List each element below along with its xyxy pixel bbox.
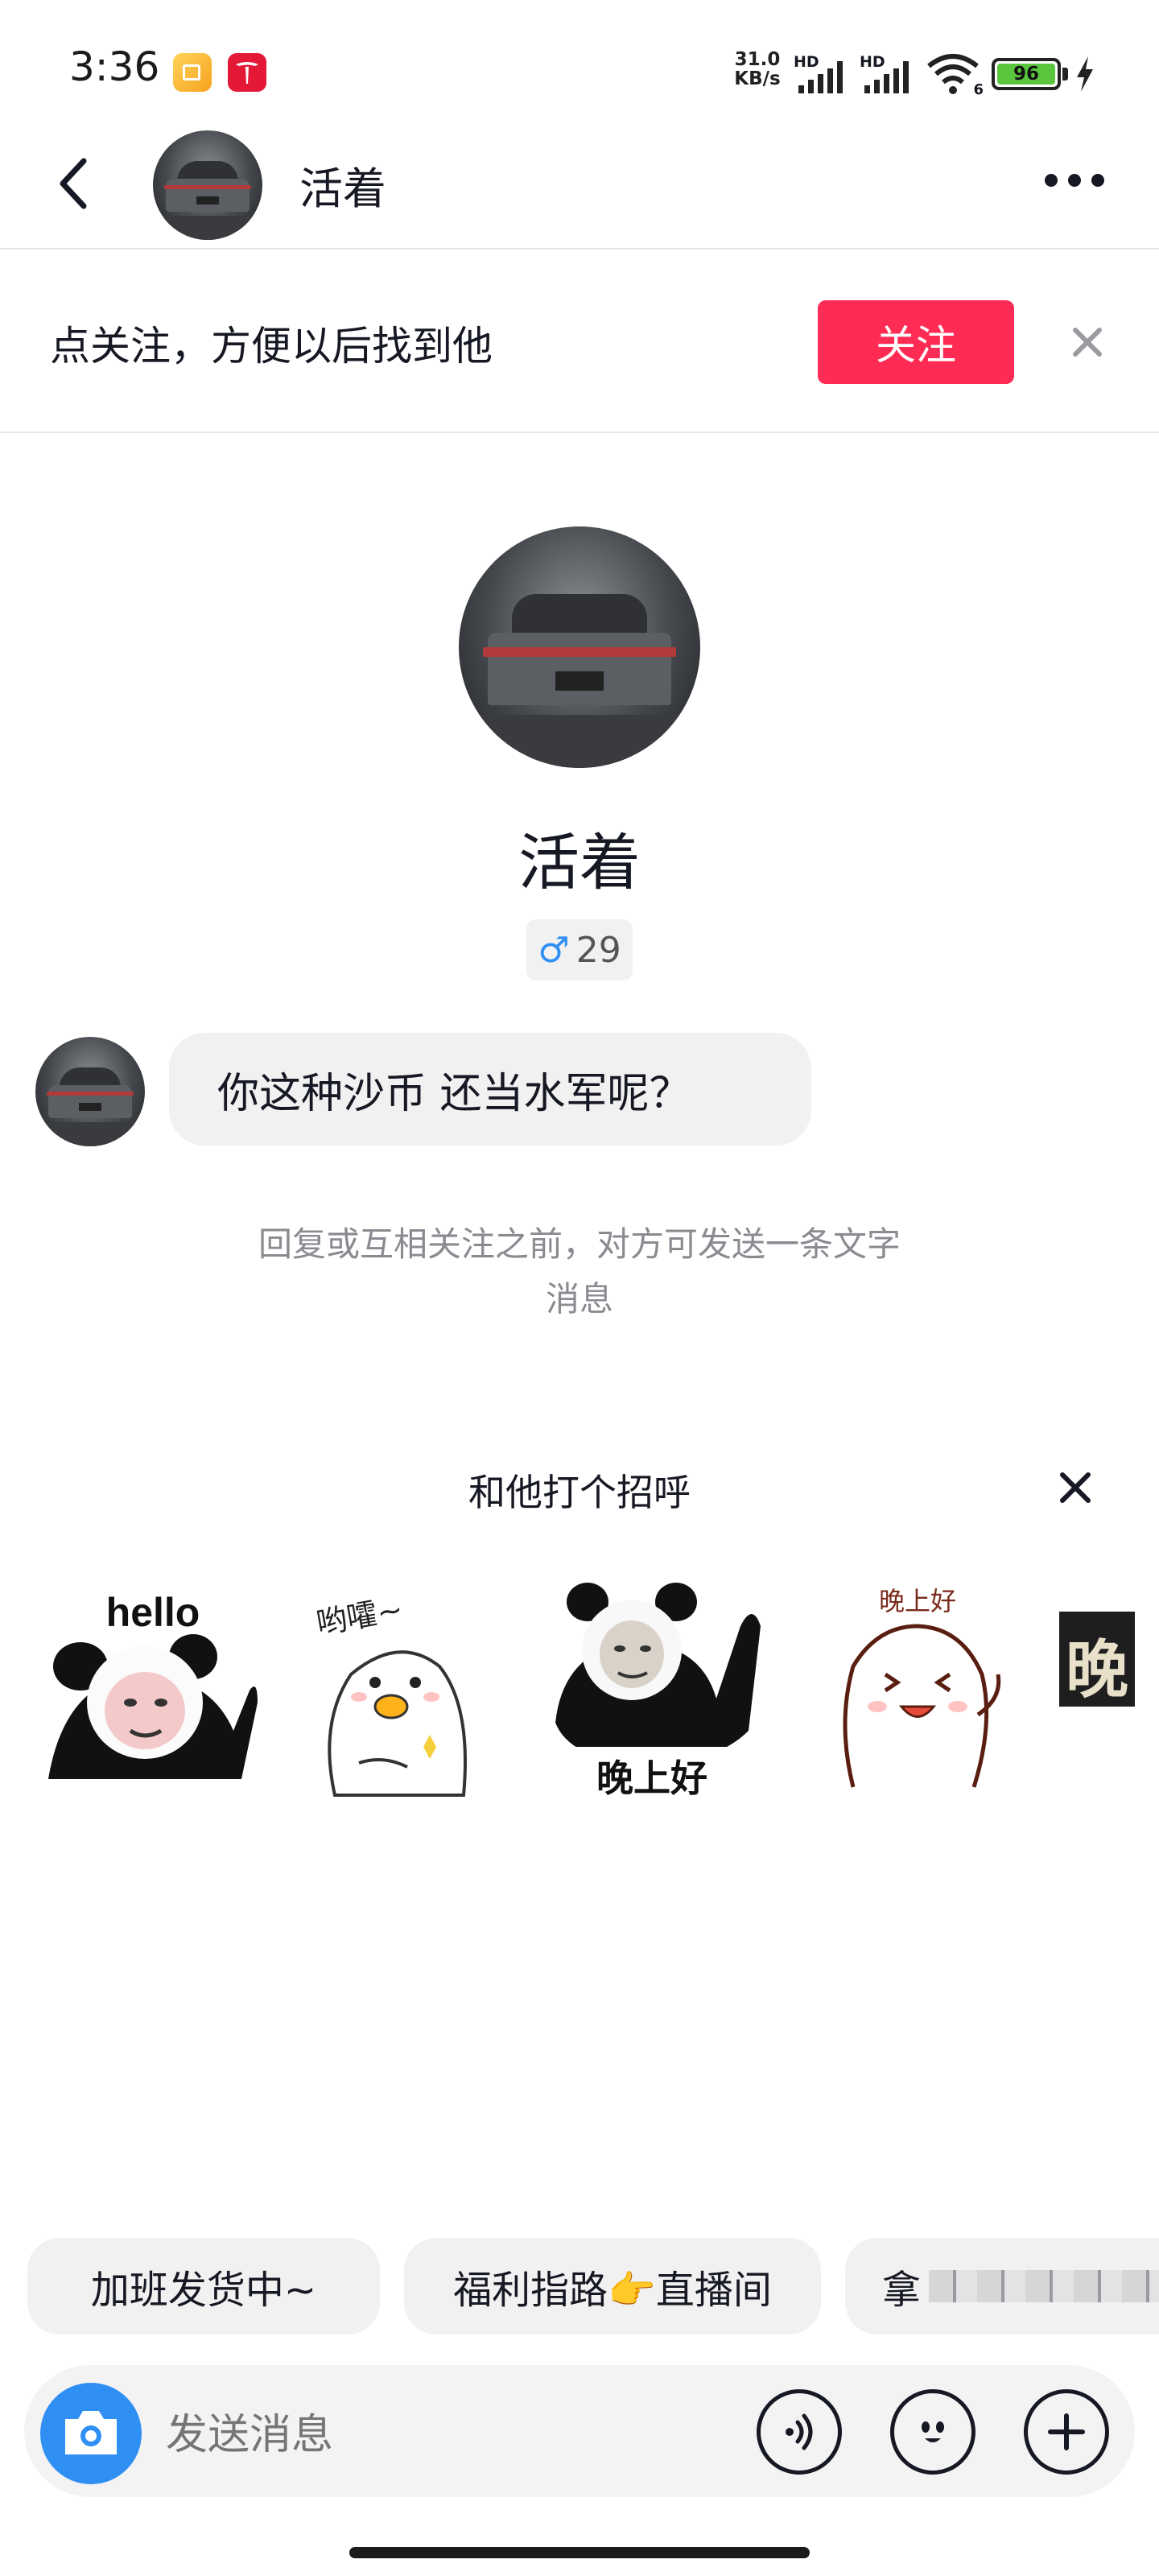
gender-age-badge: ♂ 29 [526,919,633,980]
close-icon [1060,1472,1091,1503]
home-indicator [349,2547,810,2558]
profile-avatar[interactable] [459,526,700,768]
sticker-caption: 哟嚯~ [314,1591,406,1641]
network-speed-value: 31.0 [734,49,781,70]
message-bubble[interactable]: 你这种沙币 还当水军呢？ [169,1033,811,1146]
tesla-app-icon [228,53,266,92]
cellular-signal-icon-2: HD [860,53,921,95]
banner-close-button[interactable] [1067,322,1107,362]
greeting-title: 和他打个招呼 [468,1471,691,1514]
wifi-icon: 6 [926,52,984,98]
header-username[interactable]: 活着 [299,153,386,217]
quick-reply-text: 加班发货中~ [90,2268,317,2313]
wifi-6-label: 6 [973,81,984,98]
voice-button[interactable] [757,2389,842,2475]
male-icon: ♂ [538,929,570,971]
follow-button[interactable]: 关注 [818,300,1014,384]
emoji-icon [922,2421,944,2442]
sticker-caption: 晚 [1066,1634,1129,1707]
camera-button[interactable] [40,2383,142,2484]
message-input[interactable] [166,2407,729,2463]
close-icon [1073,328,1102,357]
sticker-good-evening-cute[interactable]: 晚上好 [821,1562,1014,1803]
age-value: 29 [575,929,621,971]
profile-name: 活着 [518,827,641,898]
battery-level: 96 [997,64,1055,85]
quick-reply-chip[interactable]: 加班发货中~ [27,2238,380,2334]
more-dots-icon [1045,174,1104,187]
sticker-caption: 晚上好 [879,1586,956,1616]
quick-reply-chip[interactable]: 福利指路👉直播间 [404,2238,821,2334]
plus-icon [1048,2413,1085,2450]
network-speed: 31.0 KB/s [726,50,789,89]
cellular-signal-icon: HD [794,53,855,95]
sticker-caption: 晚上好 [596,1757,707,1800]
message-avatar[interactable] [35,1037,145,1146]
notes-app-icon [173,53,212,92]
add-more-button[interactable] [1024,2389,1109,2475]
message-text: 你这种沙币 还当水军呢？ [217,1069,691,1118]
quick-reply-text: 福利指路👉直播间 [453,2268,772,2313]
sticker-hello[interactable]: hello [40,1562,266,1803]
notice-line-2: 消息 [545,1279,613,1319]
sticker-partial[interactable]: 晚 [1059,1612,1135,1707]
camera-icon [65,2411,117,2454]
sticker-caption: hello [106,1590,200,1635]
notice-line-1: 回复或互相关注之前，对方可发送一条文字 [258,1224,901,1264]
quick-reply-text: 拿 [882,2268,922,2313]
battery-cap [1062,68,1068,80]
more-options-button[interactable] [1038,164,1111,196]
quick-reply-blurred-text [929,2270,1159,2302]
sticker-good-evening-panda[interactable]: 晚上好 [555,1562,765,1803]
follow-banner-text: 点关注，方便以后找到他 [50,323,493,369]
sticker-yo-huo[interactable]: 哟嚯~ [311,1562,488,1803]
quick-reply-chip[interactable]: 拿 [845,2238,1159,2334]
greeting-close-button[interactable] [1051,1463,1099,1512]
chevron-left-icon [60,158,87,209]
battery-icon: 96 [992,58,1061,90]
message-limit-notice: 回复或互相关注之前，对方可发送一条文字 消息 [217,1217,942,1327]
back-button[interactable] [50,153,98,214]
header-avatar[interactable] [153,130,262,240]
network-speed-unit: KB/s [734,68,781,89]
charging-icon [1074,56,1096,92]
emoji-button[interactable] [890,2389,975,2475]
voice-icon [786,2413,813,2450]
status-time: 3:36 [69,43,160,90]
